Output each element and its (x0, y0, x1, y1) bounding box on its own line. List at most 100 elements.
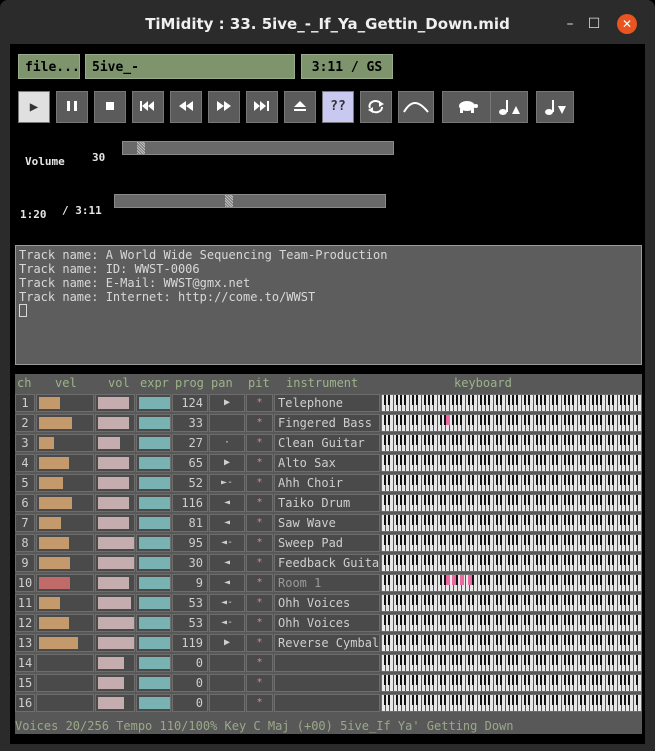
channel-number[interactable]: 8 (15, 534, 35, 552)
program-number[interactable]: 119 (172, 634, 208, 652)
instrument-name[interactable]: Ohh Voices (274, 614, 380, 632)
pan-indicator[interactable]: ▶ (209, 634, 245, 652)
vel-bar (39, 497, 72, 509)
volume-slider-thumb[interactable] (137, 142, 145, 154)
program-number[interactable]: 53 (172, 614, 208, 632)
program-number[interactable]: 95 (172, 534, 208, 552)
program-number[interactable]: 0 (172, 694, 208, 712)
expr-meter (136, 454, 171, 472)
vel-bar (39, 597, 60, 609)
channel-number[interactable]: 7 (15, 514, 35, 532)
program-number[interactable]: 81 (172, 514, 208, 532)
volume-slider[interactable] (122, 141, 394, 155)
instrument-name[interactable]: Alto Sax (274, 454, 380, 472)
channel-number[interactable]: 13 (15, 634, 35, 652)
title-bar[interactable]: TiMidity : 33. 5ive_-_If_Ya_Gettin_Down.… (0, 0, 655, 44)
instrument-name[interactable]: Ohh Voices (274, 594, 380, 612)
log-line: Track name: A World Wide Sequencing Team… (19, 248, 388, 262)
channel-number[interactable]: 14 (15, 654, 35, 672)
pan-indicator[interactable]: ◄ (209, 494, 245, 512)
next-track-button[interactable] (246, 91, 278, 123)
close-icon[interactable]: ✕ (617, 14, 637, 34)
instrument-name[interactable]: Reverse Cymbal (274, 634, 380, 652)
previous-track-button[interactable] (132, 91, 164, 123)
maximize-icon[interactable]: ☐ (584, 14, 604, 34)
pan-indicator[interactable]: ▶ (209, 454, 245, 472)
instrument-name[interactable]: Room 1 (274, 574, 380, 592)
keyboard-display (381, 574, 642, 592)
pitch-bend-indicator: * (246, 614, 273, 632)
seek-slider-thumb[interactable] (225, 195, 233, 207)
instrument-name[interactable] (274, 674, 380, 692)
channel-number[interactable]: 15 (15, 674, 35, 692)
vel-meter (36, 574, 94, 592)
instrument-name[interactable]: Taiko Drum (274, 494, 380, 512)
file-button[interactable]: file... (18, 54, 80, 79)
pan-indicator[interactable]: ◄ (209, 514, 245, 532)
instrument-name[interactable]: Saw Wave (274, 514, 380, 532)
channel-number[interactable]: 5 (15, 474, 35, 492)
channel-number[interactable]: 16 (15, 694, 35, 712)
pan-indicator[interactable] (209, 674, 245, 692)
program-number[interactable]: 30 (172, 554, 208, 572)
pan-indicator[interactable]: ◄- (209, 594, 245, 612)
pan-indicator[interactable] (209, 694, 245, 712)
pan-indicator[interactable]: ▶ (209, 394, 245, 412)
pan-indicator[interactable] (209, 654, 245, 672)
instrument-name[interactable] (274, 654, 380, 672)
stop-button[interactable] (94, 91, 126, 123)
program-number[interactable]: 124 (172, 394, 208, 412)
program-number[interactable]: 53 (172, 594, 208, 612)
speed-up-icon[interactable] (398, 91, 434, 123)
slow-down-icon[interactable] (442, 91, 492, 123)
instrument-name[interactable]: Ahh Choir (274, 474, 380, 492)
key-up-icon[interactable] (490, 91, 528, 123)
program-number[interactable]: 33 (172, 414, 208, 432)
minimize-icon[interactable]: – (560, 14, 580, 34)
pause-button[interactable] (56, 91, 88, 123)
channel-number[interactable]: 6 (15, 494, 35, 512)
seek-slider[interactable] (114, 194, 386, 208)
expr-meter (136, 654, 171, 672)
program-number[interactable]: 65 (172, 454, 208, 472)
fast-forward-button[interactable] (208, 91, 240, 123)
pan-indicator[interactable]: ◄- (209, 534, 245, 552)
channel-number[interactable]: 9 (15, 554, 35, 572)
channel-number[interactable]: 3 (15, 434, 35, 452)
key-down-icon[interactable] (536, 91, 574, 123)
instrument-name[interactable]: Feedback Guitar (274, 554, 380, 572)
channel-number[interactable]: 1 (15, 394, 35, 412)
instrument-name[interactable] (274, 694, 380, 712)
pan-indicator[interactable]: ◄ (209, 554, 245, 572)
repeat-button[interactable] (360, 91, 392, 123)
instrument-name[interactable]: Sweep Pad (274, 534, 380, 552)
channel-number[interactable]: 10 (15, 574, 35, 592)
rewind-button[interactable] (170, 91, 202, 123)
eject-button[interactable] (284, 91, 316, 123)
channel-number[interactable]: 2 (15, 414, 35, 432)
pan-indicator[interactable]: · (209, 434, 245, 452)
channel-number[interactable]: 11 (15, 594, 35, 612)
timidity-window: TiMidity : 33. 5ive_-_If_Ya_Gettin_Down.… (0, 0, 655, 751)
pan-indicator[interactable]: ◄ (209, 574, 245, 592)
program-number[interactable]: 0 (172, 654, 208, 672)
program-number[interactable]: 9 (172, 574, 208, 592)
instrument-name[interactable]: Clean Guitar (274, 434, 380, 452)
expr-bar (139, 497, 170, 509)
play-button[interactable]: ▶ (18, 91, 50, 123)
keyboard-display (381, 694, 642, 712)
vel-bar (39, 477, 63, 489)
instrument-name[interactable]: Fingered Bass (274, 414, 380, 432)
program-number[interactable]: 27 (172, 434, 208, 452)
pan-indicator[interactable]: ◄- (209, 614, 245, 632)
time-mode-display[interactable]: 3:11 / GS (301, 54, 393, 79)
program-number[interactable]: 52 (172, 474, 208, 492)
program-number[interactable]: 0 (172, 674, 208, 692)
pan-indicator[interactable]: ►- (209, 474, 245, 492)
instrument-name[interactable]: Telephone (274, 394, 380, 412)
pan-indicator[interactable] (209, 414, 245, 432)
channel-number[interactable]: 12 (15, 614, 35, 632)
program-number[interactable]: 116 (172, 494, 208, 512)
channel-number[interactable]: 4 (15, 454, 35, 472)
random-play-button[interactable]: ?? (322, 91, 354, 123)
